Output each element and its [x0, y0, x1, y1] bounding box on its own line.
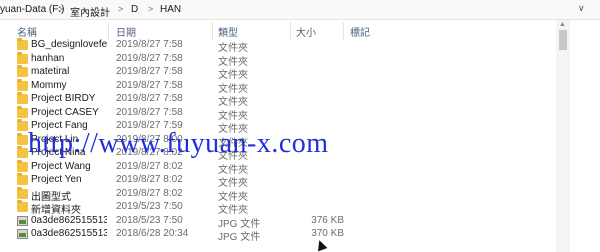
file-date: 2019/8/27 8:02: [116, 160, 183, 172]
folder-icon: [17, 132, 28, 145]
column-header-size[interactable]: 大小: [296, 24, 316, 39]
column-divider[interactable]: [212, 22, 213, 40]
folder-icon: [17, 173, 28, 185]
breadcrumb-folder-han[interactable]: HAN: [160, 4, 181, 15]
folder-icon: [17, 105, 28, 118]
breadcrumb-separator-icon: >: [148, 4, 154, 14]
file-name: Project Yen: [31, 174, 82, 185]
file-date: 2019/5/23 7:50: [116, 201, 183, 212]
column-divider[interactable]: [343, 22, 344, 40]
file-row[interactable]: Project Yen 2019/8/27 8:02 文件夾: [0, 173, 560, 189]
scroll-up-arrow-icon[interactable]: ▲: [559, 21, 566, 28]
folder-icon: [17, 119, 28, 131]
file-row[interactable]: 出圖型式 2019/8/27 8:02 文件夾: [0, 186, 560, 203]
file-date: 2019/8/27 7:58: [116, 52, 183, 64]
column-header-date[interactable]: 日期: [116, 24, 136, 39]
file-row[interactable]: 0a3de862515513... 2018/6/28 20:34 JPG 文件 37…: [0, 228, 560, 243]
breadcrumb-separator-icon: >: [118, 4, 124, 14]
file-name: hanhan: [31, 52, 65, 64]
file-date: 2019/8/27 7:58: [116, 93, 183, 104]
file-size: 370 KB: [311, 228, 344, 239]
file-date: 2019/8/27 7:58: [116, 66, 183, 77]
file-row[interactable]: Project Wang 2019/8/27 8:02 文件夾: [0, 159, 560, 176]
file-name: 0a3de862515513...: [31, 228, 107, 239]
file-row[interactable]: Mommy 2019/8/27 7:58 文件夾: [0, 78, 560, 95]
file-row[interactable]: matetiral 2019/8/27 7:58 文件夾: [0, 65, 560, 81]
jpg-icon: [17, 229, 28, 239]
folder-icon: [17, 51, 28, 64]
file-size: 376 KB: [311, 214, 344, 226]
scrollbar-thumb[interactable]: [559, 30, 567, 50]
folder-icon: [17, 186, 28, 199]
file-row[interactable]: Project CASEY 2019/8/27 7:58 文件夾: [0, 105, 560, 122]
file-name: Project CASEY: [31, 106, 99, 118]
file-row[interactable]: 新增資料夾 2019/5/23 7:50 文件夾: [0, 200, 560, 216]
file-row[interactable]: 0a3de862515513...2018/5/23 7:50JPG 文件376…: [0, 214, 560, 230]
folder-icon: [17, 159, 28, 172]
file-date: 2018/5/23 7:50: [116, 214, 183, 226]
jpg-icon: [17, 215, 28, 226]
column-divider[interactable]: [108, 22, 109, 40]
file-date: 2019/8/27 7:58: [116, 106, 183, 118]
file-name: Mommy: [31, 79, 67, 91]
file-name: 0a3de862515513...: [31, 214, 107, 226]
file-name: matetiral: [31, 66, 70, 77]
column-divider[interactable]: [290, 22, 291, 40]
file-date: 2019/8/27 8:02: [116, 187, 183, 199]
file-name: Project BIRDY: [31, 93, 96, 104]
breadcrumb-drive[interactable]: yuan-Data (F:): [0, 4, 64, 15]
column-header-name[interactable]: 名稱: [17, 24, 37, 39]
folder-icon: [17, 92, 28, 104]
column-header-row: 名稱 日期 類型 大小 標記: [0, 22, 560, 40]
folder-icon: [17, 146, 28, 158]
file-date: 2019/8/27 7:58: [116, 39, 183, 50]
column-header-type[interactable]: 類型: [218, 24, 238, 39]
address-dropdown-icon[interactable]: ∨: [578, 3, 590, 15]
breadcrumb-folder-interior[interactable]: 室內設計: [70, 4, 110, 19]
address-bar[interactable]: yuan-Data (F:) > 室內設計 > D > HAN ∨: [0, 0, 600, 20]
file-row[interactable]: Project BIRDY 2019/8/27 7:58 文件夾: [0, 92, 560, 108]
file-name: Project Wang: [31, 160, 91, 172]
folder-icon: [17, 200, 28, 212]
folder-icon: [17, 38, 28, 50]
file-date: 2018/6/28 20:34: [116, 228, 189, 239]
breadcrumb-folder-d[interactable]: D: [131, 4, 138, 15]
vertical-scrollbar[interactable]: ▲: [556, 20, 570, 252]
file-date: 2019/8/27 7:58: [116, 79, 183, 91]
column-header-tags[interactable]: 標記: [350, 24, 370, 39]
watermark-text: http://www.fuyuan-x.com: [28, 128, 329, 159]
file-row[interactable]: BG_designlovefes...2019/8/27 7:58文件夾: [0, 38, 560, 54]
file-date: 2019/8/27 8:02: [116, 174, 183, 185]
file-name: BG_designlovefes...: [31, 39, 107, 50]
file-row[interactable]: hanhan 2019/8/27 7:58 文件夾: [0, 51, 560, 68]
folder-icon: [17, 78, 28, 91]
folder-icon: [17, 65, 28, 77]
file-type: JPG 文件: [218, 232, 261, 243]
breadcrumb-separator-icon: >: [58, 4, 64, 14]
